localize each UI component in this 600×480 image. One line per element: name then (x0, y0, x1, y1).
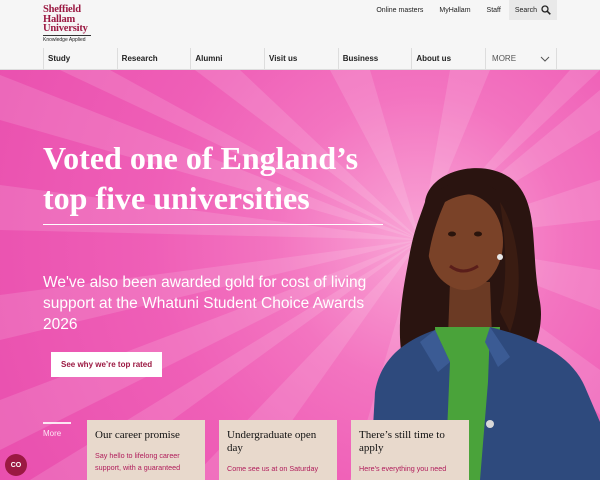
see-why-top-rated-button[interactable]: See why we’re top rated (51, 352, 163, 377)
main-nav: Study Research Alumni Visit us Business … (43, 48, 558, 69)
logo-line-3: University (43, 23, 88, 34)
nav-item-research[interactable]: Research (116, 48, 191, 69)
utility-link-myhallam[interactable]: MyHallam (431, 7, 478, 14)
utility-link-online-masters[interactable]: Online masters (368, 7, 431, 14)
nav-more-button[interactable]: MORE (485, 48, 558, 69)
card-text: Come see us at on Saturday (227, 464, 319, 473)
card-title: There’s still time to apply (359, 429, 445, 454)
search-label: Search (514, 6, 537, 14)
cookie-settings-button[interactable]: CO (5, 454, 27, 476)
nav-item-about-us[interactable]: About us (411, 48, 485, 69)
card-open-day[interactable]: Undergraduate open day Come see us at on… (219, 420, 337, 480)
card-text: Say hello to lifelong career support, wi… (95, 451, 181, 472)
card-text: Here's everything you need (359, 464, 447, 473)
hero-banner: Voted one of England’s top five universi… (0, 70, 600, 480)
university-logo[interactable]: Sheffield Hallam University Knowledge Ap… (43, 5, 103, 43)
nav-more-label: MORE (492, 54, 517, 63)
search-button[interactable]: Search (508, 0, 557, 20)
more-label[interactable]: More (43, 422, 71, 438)
nav-item-study[interactable]: Study (43, 48, 117, 69)
hero-subline: We've also been awarded gold for cost of… (43, 274, 367, 333)
nav-item-alumni[interactable]: Alumni (190, 48, 264, 69)
site-header: Sheffield Hallam University Knowledge Ap… (0, 0, 600, 70)
card-career-promise[interactable]: Our career promise Say hello to lifelong… (87, 420, 205, 480)
card-still-time-to-apply[interactable]: There’s still time to apply Here's every… (351, 420, 469, 480)
logo-tagline: Knowledge Applied (43, 34, 91, 43)
utility-link-staff[interactable]: Staff (479, 7, 509, 14)
utility-nav: Online masters MyHallam Staff Search (368, 0, 557, 20)
nav-item-visit-us[interactable]: Visit us (264, 48, 338, 69)
chevron-down-icon (540, 56, 550, 62)
card-title: Undergraduate open day (227, 429, 317, 454)
search-icon (541, 5, 551, 15)
hero-headline: Voted one of England’s top five universi… (43, 138, 383, 225)
card-title: Our career promise (95, 429, 180, 441)
nav-item-business[interactable]: Business (337, 48, 412, 69)
